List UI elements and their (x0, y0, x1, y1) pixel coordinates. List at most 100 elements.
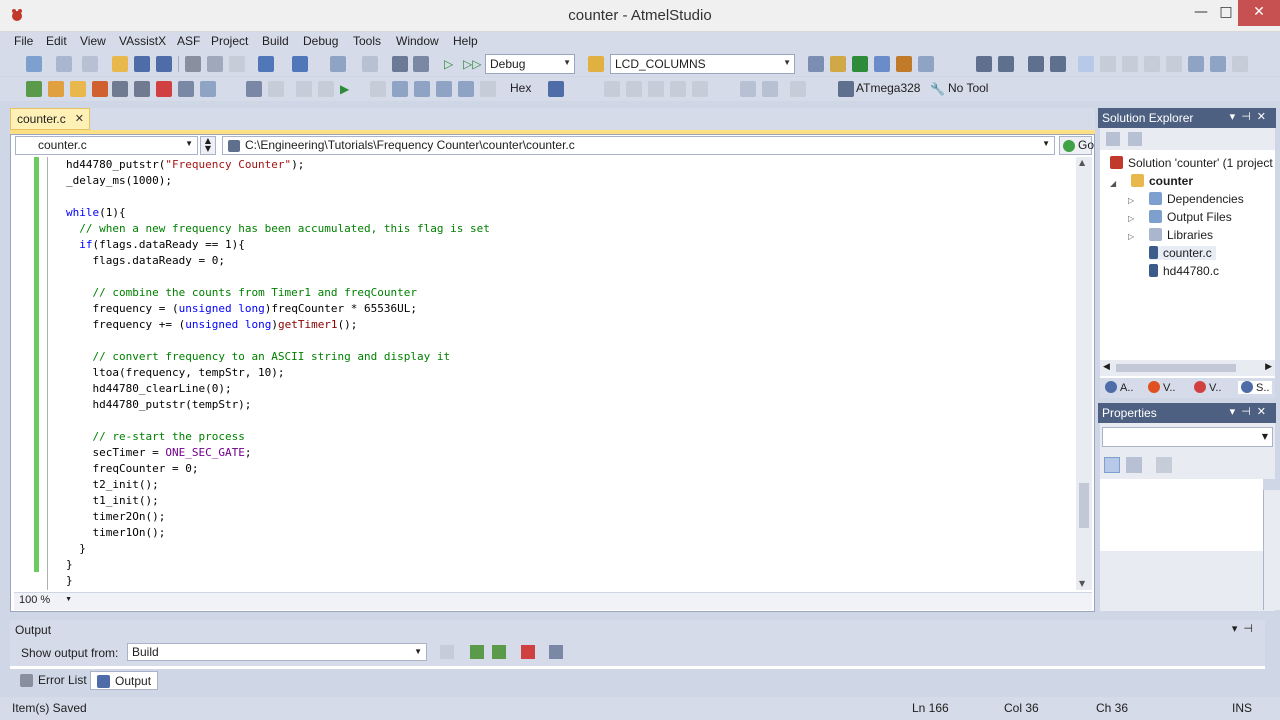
terminal-icon[interactable] (790, 81, 806, 97)
tree-item-hd44780-c[interactable]: hd44780.c (1149, 264, 1219, 278)
folder-icon[interactable] (70, 81, 86, 97)
vertical-scrollbar[interactable]: ▲ ▼ (1076, 157, 1092, 590)
menu-build[interactable]: Build (262, 34, 289, 48)
code-line[interactable]: } (66, 541, 86, 557)
code-line[interactable]: hd44780_clearLine(0); (66, 381, 231, 397)
build-icon[interactable] (392, 56, 408, 72)
find-icon[interactable] (413, 56, 429, 72)
tab-solution-explorer[interactable]: S.. (1238, 381, 1273, 394)
menu-help[interactable]: Help (453, 34, 478, 48)
chip-icon[interactable] (838, 81, 854, 97)
copy-icon[interactable] (207, 56, 223, 72)
cut-icon[interactable] (185, 56, 201, 72)
save-all-icon[interactable] (156, 56, 172, 72)
show-all-files-icon[interactable] (1128, 132, 1142, 146)
scroll-right-icon[interactable]: ▶ (1265, 362, 1272, 372)
symbol-icon[interactable] (112, 81, 128, 97)
alphabetical-icon[interactable] (1126, 457, 1142, 473)
code-line[interactable]: secTimer = ONE_SEC_GATE; (66, 445, 251, 461)
path-navigation-combo[interactable]: C:\Engineering\Tutorials\Frequency Count… (222, 136, 1055, 155)
start-without-debugging-icon[interactable]: ▷▷ (463, 56, 481, 72)
code-line[interactable]: // combine the counts from Timer1 and fr… (66, 285, 418, 301)
grid2-icon[interactable] (762, 81, 778, 97)
navigate-backward-icon[interactable] (330, 56, 346, 72)
collapsed-arrow-icon[interactable]: ▷ (1128, 214, 1134, 223)
menu-window[interactable]: Window (396, 34, 439, 48)
prev-bookmark-folder-icon[interactable] (1144, 56, 1160, 72)
comment-icon[interactable] (1028, 56, 1044, 72)
project-node[interactable]: counter (1131, 174, 1193, 188)
step-out-icon[interactable] (414, 81, 430, 97)
clear-all-icon[interactable] (521, 645, 535, 659)
uncomment-icon[interactable] (1050, 56, 1066, 72)
clear-bookmarks-icon[interactable] (1232, 56, 1248, 72)
window-layout-icon[interactable] (918, 56, 934, 72)
code-line[interactable]: frequency += (unsigned long)getTimer1(); (66, 317, 357, 333)
horizontal-scrollbar[interactable]: ◀ ▶ (1100, 360, 1275, 376)
tool-selector[interactable]: No Tool (948, 81, 988, 95)
tree-item-output-files[interactable]: Output Files (1149, 210, 1232, 224)
toolbox-icon[interactable] (896, 56, 912, 72)
close-icon[interactable]: ✕ (75, 112, 84, 125)
code-line[interactable]: timer2On(); (66, 509, 165, 525)
tab-counter-c[interactable]: counter.c ✕ (10, 108, 90, 130)
io-view-icon[interactable] (670, 81, 686, 97)
prev-bookmark-icon[interactable] (1100, 56, 1116, 72)
code-line[interactable]: // when a new frequency has been accumul… (66, 221, 490, 237)
panel-buttons[interactable]: ▾⊣ (1232, 622, 1259, 635)
find-symbol-icon[interactable] (808, 56, 824, 72)
step-into-icon[interactable] (370, 81, 386, 97)
code-line[interactable]: } (66, 557, 73, 573)
bookmark-icon[interactable] (1078, 56, 1094, 72)
solution-node[interactable]: Solution 'counter' (1 project (1110, 156, 1273, 170)
menu-file[interactable]: File (14, 34, 33, 48)
outdent-icon[interactable] (998, 56, 1014, 72)
table-icon[interactable] (740, 81, 756, 97)
file-navigation-combo[interactable]: counter.c ▼ (15, 136, 198, 155)
next-bookmark-icon[interactable] (1122, 56, 1138, 72)
object-browser-icon[interactable] (830, 56, 846, 72)
spell-check-icon[interactable] (178, 81, 194, 97)
goto-icon[interactable] (134, 81, 150, 97)
find-next-icon[interactable] (1188, 56, 1204, 72)
processor-icon[interactable] (692, 81, 708, 97)
spin-arrows-icon[interactable]: ▲ ▼ (200, 136, 216, 155)
word-wrap-icon[interactable] (549, 645, 563, 659)
device-programming-icon[interactable] (852, 56, 868, 72)
show-next-statement-icon[interactable] (458, 81, 474, 97)
prev-message-icon[interactable] (470, 645, 484, 659)
indent-icon[interactable] (976, 56, 992, 72)
properties-icon[interactable] (1106, 132, 1120, 146)
registers-icon[interactable] (648, 81, 664, 97)
output-source-select[interactable]: Build ▼ (127, 643, 427, 661)
new-project-icon[interactable] (26, 56, 42, 72)
code-line[interactable]: t1_init(); (66, 493, 158, 509)
tree-item-libraries[interactable]: Libraries (1149, 228, 1213, 242)
tab-vassist-view[interactable]: V.. (1194, 381, 1221, 394)
list-icon[interactable] (200, 81, 216, 97)
property-pages-icon[interactable] (1156, 457, 1172, 473)
start-debugging-icon[interactable]: ▷ (444, 56, 460, 72)
open-folder-icon[interactable] (112, 56, 128, 72)
stop-debugging-icon[interactable] (268, 81, 284, 97)
code-line[interactable]: while(1){ (66, 205, 126, 221)
code-line[interactable]: // re-start the process (66, 429, 245, 445)
categorized-icon[interactable] (1104, 457, 1120, 473)
checklist-icon[interactable] (26, 81, 42, 97)
tree-item-counter-c[interactable]: counter.c (1149, 246, 1216, 260)
continue-icon[interactable]: ▶ (340, 81, 356, 97)
scroll-down-icon[interactable]: ▼ (1079, 579, 1085, 588)
tab-output[interactable]: Output (90, 671, 159, 690)
expanded-arrow-icon[interactable]: ◢ (1110, 179, 1116, 188)
disassembly-icon[interactable] (604, 81, 620, 97)
scroll-left-icon[interactable]: ◀ (1103, 362, 1110, 372)
undo-icon[interactable] (258, 56, 274, 72)
find-in-files-icon[interactable] (588, 56, 604, 72)
memory-icon[interactable] (626, 81, 642, 97)
maximize-button[interactable]: □ (1211, 0, 1241, 26)
grid-icon[interactable] (82, 56, 98, 72)
code-line[interactable]: t2_init(); (66, 477, 158, 493)
menu-vassistx[interactable]: VAssistX (119, 34, 166, 48)
find-combo[interactable]: LCD_COLUMNS ▼ (610, 54, 795, 74)
solution-explorer-icon[interactable] (874, 56, 890, 72)
